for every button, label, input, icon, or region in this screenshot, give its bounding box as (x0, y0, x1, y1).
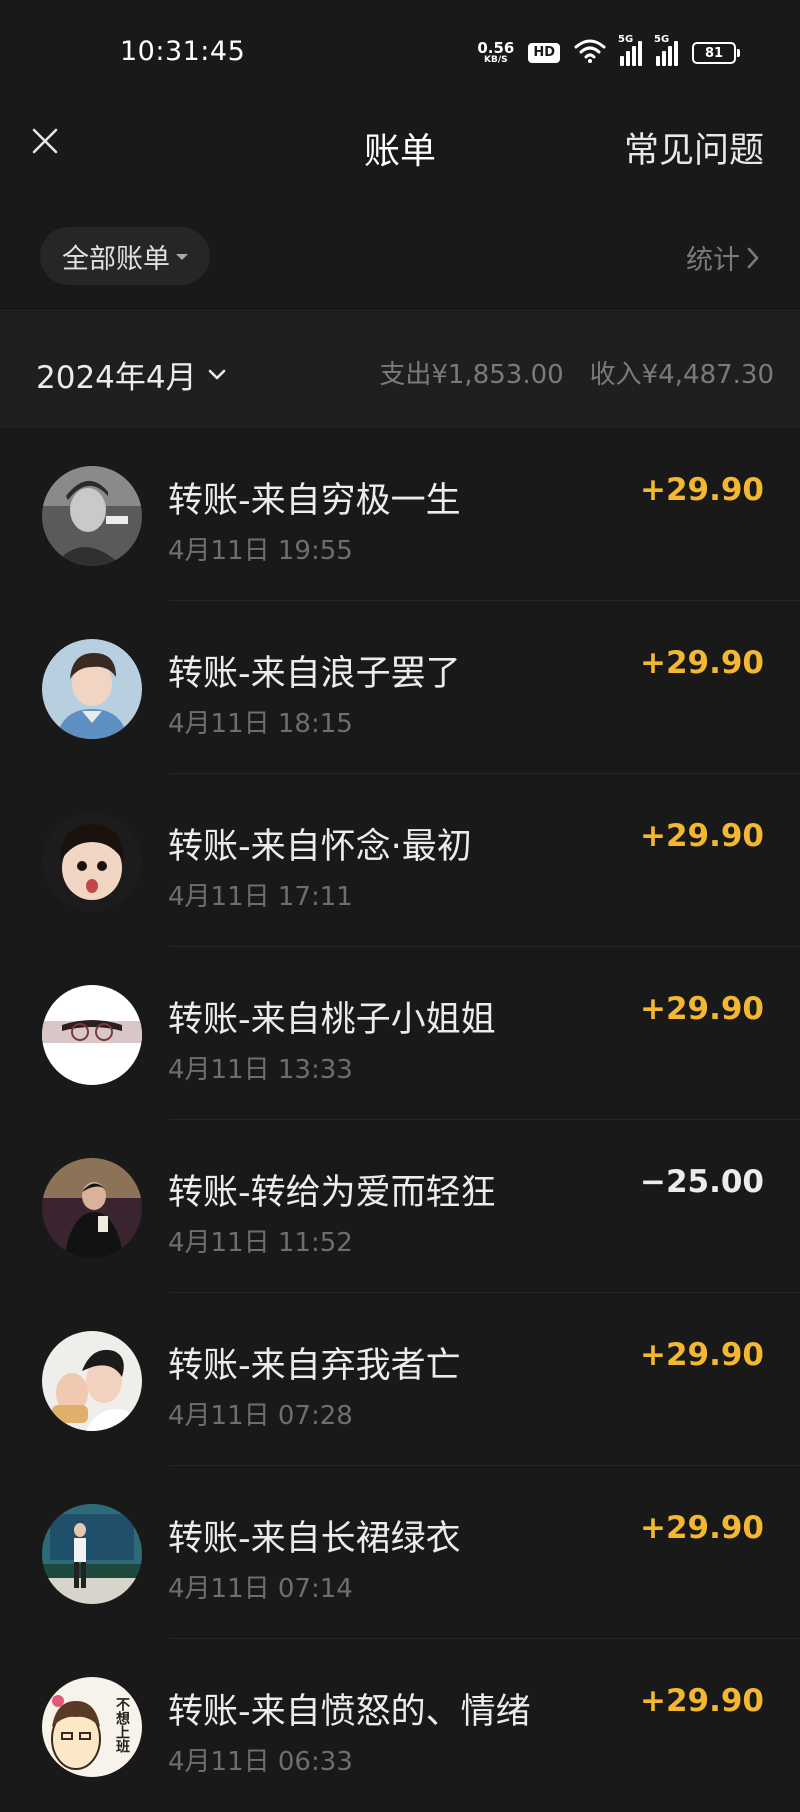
transaction-time: 4月11日 07:14 (168, 1574, 353, 1604)
transaction-row[interactable]: 转账-来自怀念·最初 4月11日 17:11 +29.90 (0, 774, 800, 947)
transaction-title: 转账-来自长裙绿衣 (168, 1519, 461, 1559)
wifi-icon (574, 39, 606, 67)
transaction-title: 转账-来自桃子小姐姐 (168, 1000, 496, 1040)
hd-icon: HD (528, 43, 560, 63)
caret-down-icon (176, 254, 188, 260)
transaction-time: 4月11日 19:55 (168, 536, 353, 566)
close-button[interactable] (22, 118, 68, 164)
transaction-amount: +29.90 (639, 645, 764, 681)
transaction-title: 转账-来自怀念·最初 (168, 827, 472, 867)
income-total: 收入¥4,487.30 (589, 360, 774, 390)
transaction-amount: +29.90 (639, 472, 764, 508)
status-icons: 0.56 KB/S HD 5G 5G 81 (477, 34, 740, 68)
transaction-title: 转账-来自浪子罢了 (168, 654, 461, 694)
month-selector[interactable]: 2024年4月 (36, 352, 227, 397)
transaction-amount: +29.90 (639, 991, 764, 1027)
transaction-row[interactable]: 转账-来自穷极一生 4月11日 19:55 +29.90 (0, 428, 800, 601)
bill-type-filter[interactable]: 全部账单 (40, 227, 210, 285)
transaction-time: 4月11日 13:33 (168, 1055, 353, 1085)
nav-bar: 账单 常见问题 (0, 100, 800, 190)
signal-icon: 5G (654, 34, 678, 66)
status-bar: 10:31:45 0.56 KB/S HD 5G 5G 81 (0, 0, 800, 100)
bill-type-label: 全部账单 (62, 243, 170, 275)
chevron-down-icon (208, 369, 225, 379)
transaction-row[interactable]: 转账-来自长裙绿衣 4月11日 07:14 +29.90 (0, 1466, 800, 1639)
transaction-amount: −25.00 (639, 1164, 764, 1200)
avatar: 不想上班 (42, 1677, 142, 1777)
transaction-title: 转账-来自穷极一生 (168, 481, 461, 521)
transaction-time: 4月11日 06:33 (168, 1747, 353, 1777)
transaction-title: 转账-来自愤怒的、情绪 (168, 1692, 531, 1732)
network-speed-value: 0.56 (477, 38, 515, 57)
transaction-amount: +29.90 (639, 1510, 764, 1546)
month-totals: 支出¥1,853.00 收入¥4,487.30 (379, 354, 774, 391)
transaction-time: 4月11日 11:52 (168, 1228, 353, 1258)
avatar (42, 1504, 142, 1604)
signal-icon: 5G (618, 34, 642, 66)
month-label: 2024年4月 (36, 360, 197, 396)
filter-row: 全部账单 统计 (0, 210, 800, 311)
avatar (42, 1331, 142, 1431)
transaction-row[interactable]: 转账-来自浪子罢了 4月11日 18:15 +29.90 (0, 601, 800, 774)
transaction-amount: +29.90 (639, 1337, 764, 1373)
avatar (42, 466, 142, 566)
transaction-time: 4月11日 17:11 (168, 882, 353, 912)
avatar (42, 639, 142, 739)
expense-total: 支出¥1,853.00 (379, 360, 564, 390)
transaction-amount: +29.90 (639, 1683, 764, 1719)
battery-icon: 81 (692, 42, 740, 64)
stats-link[interactable]: 统计 (686, 238, 760, 277)
chevron-right-icon (747, 247, 759, 268)
battery-level: 81 (692, 42, 736, 64)
transaction-list: 转账-来自穷极一生 4月11日 19:55 +29.90 转账-来自浪子罢了 4… (0, 428, 800, 1812)
transaction-time: 4月11日 18:15 (168, 709, 353, 739)
avatar (42, 812, 142, 912)
transaction-title: 转账-转给为爱而轻狂 (168, 1173, 496, 1213)
avatar (42, 1158, 142, 1258)
transaction-amount: +29.90 (639, 818, 764, 854)
month-summary-bar: 2024年4月 支出¥1,853.00 收入¥4,487.30 (0, 312, 800, 428)
transaction-row[interactable]: 转账-来自桃子小姐姐 4月11日 13:33 +29.90 (0, 947, 800, 1120)
network-speed: 0.56 KB/S (477, 38, 515, 65)
status-time: 10:31:45 (120, 36, 246, 67)
faq-link[interactable]: 常见问题 (624, 122, 764, 173)
stats-label: 统计 (686, 245, 740, 276)
avatar-sign-text: 不想上班 (114, 1697, 131, 1754)
close-icon (32, 128, 58, 154)
transaction-title: 转账-来自弃我者亡 (168, 1346, 461, 1386)
transaction-row[interactable]: 不想上班 转账-来自愤怒的、情绪 4月11日 06:33 +29.90 (0, 1639, 800, 1812)
transaction-row[interactable]: 转账-转给为爱而轻狂 4月11日 11:52 −25.00 (0, 1120, 800, 1293)
network-speed-unit: KB/S (484, 54, 508, 65)
transaction-row[interactable]: 转账-来自弃我者亡 4月11日 07:28 +29.90 (0, 1293, 800, 1466)
avatar (42, 985, 142, 1085)
transaction-time: 4月11日 07:28 (168, 1401, 353, 1431)
